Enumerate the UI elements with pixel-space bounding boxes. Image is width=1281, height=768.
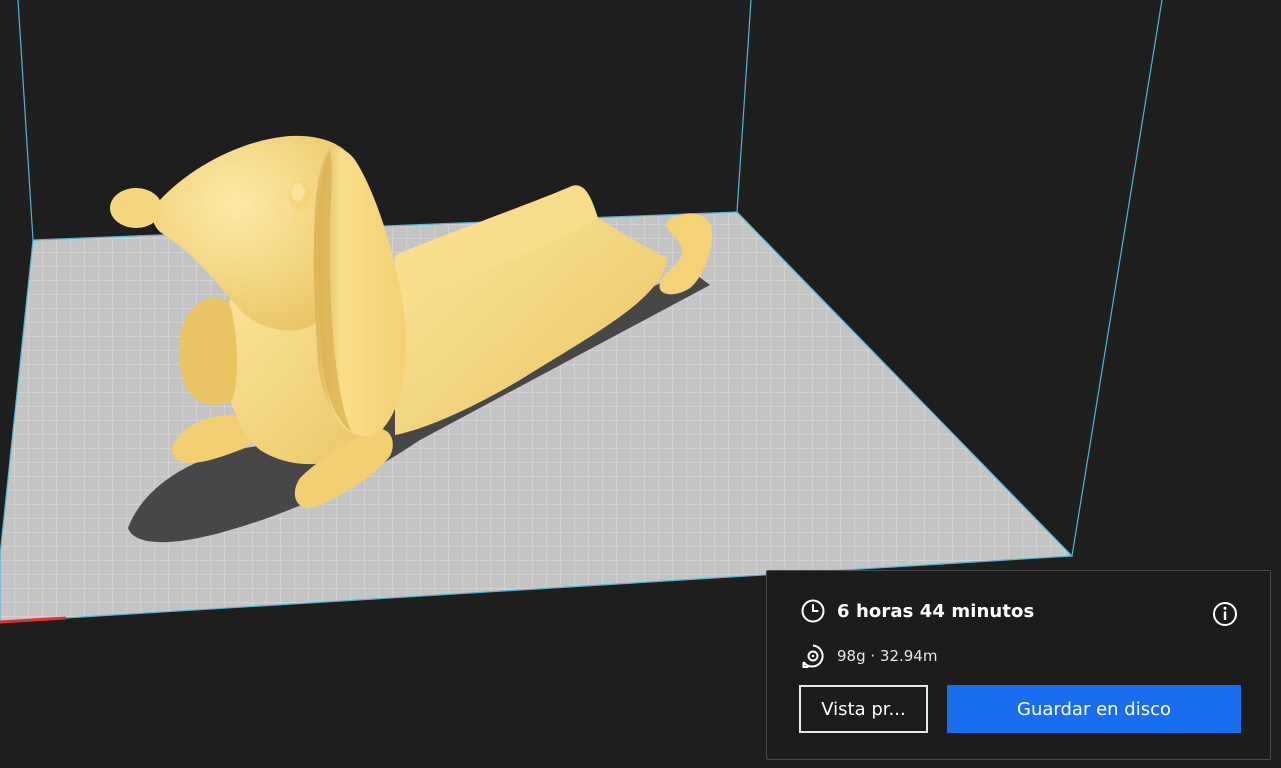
material-usage-row: 98g · 32.94m	[800, 643, 937, 669]
preview-button[interactable]: Vista pr...	[799, 685, 928, 733]
save-to-disk-button[interactable]: Guardar en disco	[947, 685, 1241, 733]
print-time: 6 horas 44 minutos	[837, 600, 1035, 622]
clock-icon	[800, 598, 826, 624]
print-time-row: 6 horas 44 minutos	[800, 598, 1034, 624]
info-icon[interactable]	[1211, 600, 1239, 628]
filament-spool-icon	[800, 643, 826, 669]
material-usage: 98g · 32.94m	[837, 647, 938, 665]
print-summary-panel: 6 horas 44 minutos 98g · 32.94m Vista pr…	[766, 570, 1271, 760]
